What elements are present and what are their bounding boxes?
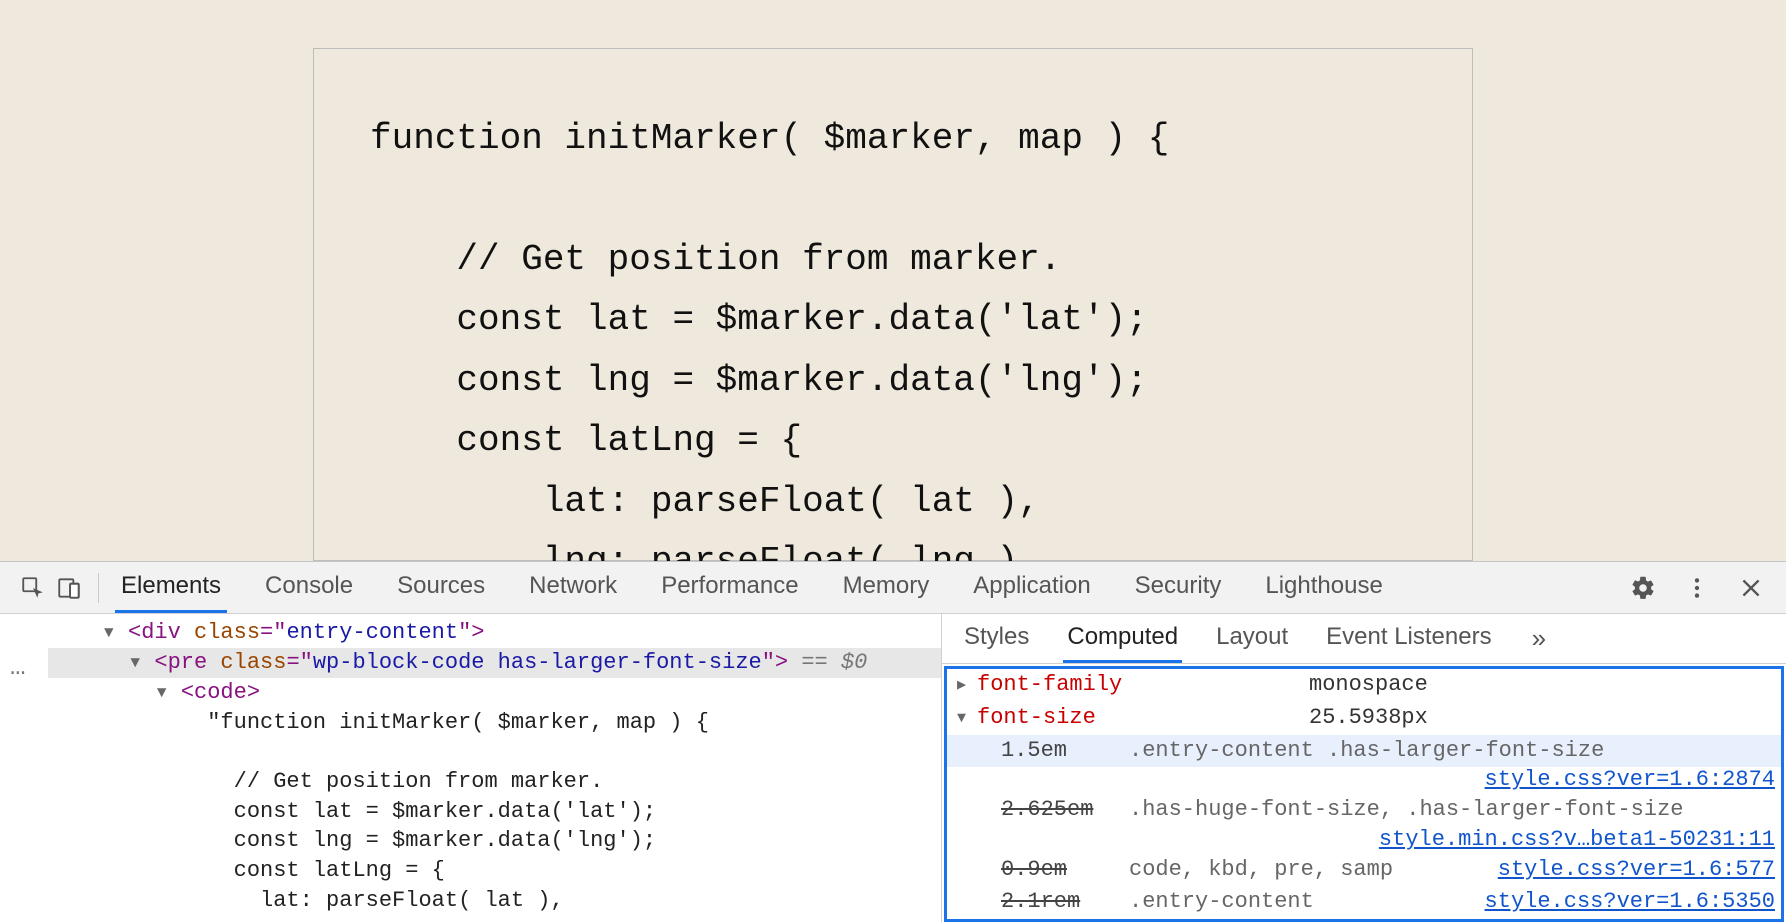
subtab-styles[interactable]: Styles (960, 614, 1033, 663)
close-icon[interactable] (1734, 571, 1768, 605)
devtools-panel: Elements Console Sources Network Performance… (0, 561, 1786, 922)
dom-line[interactable]: const latLng = { (128, 856, 941, 886)
disclosure-triangle-icon[interactable]: ▼ (130, 653, 146, 675)
cascade-selector: code, kbd, pre, samp (1129, 856, 1480, 885)
dom-line[interactable]: ▼<pre class="wp-block-code has-larger-fo… (0, 648, 941, 678)
dom-line[interactable]: "function initMarker( $marker, map ) { (128, 708, 941, 738)
code-block: function initMarker( $marker, map ) { //… (313, 48, 1473, 561)
computed-property[interactable]: ▶font-familymonospace (947, 669, 1781, 702)
cascade-entry[interactable]: 0.9em code, kbd, pre, samp style.css?ver=1… (947, 854, 1781, 887)
ellipsis-icon: … (10, 650, 28, 685)
cascade-value: 2.1rem (1001, 888, 1111, 917)
dom-line[interactable] (128, 737, 941, 767)
dom-line[interactable]: lat: parseFloat( lat ), (128, 886, 941, 916)
dom-line[interactable]: ▼<div class="entry-content"> (128, 618, 941, 648)
dom-line[interactable]: // Get position from marker. (128, 767, 941, 797)
cascade-value: 0.9em (1001, 856, 1111, 885)
computed-styles[interactable]: ▶font-familymonospace▼font-size25.5938px… (944, 666, 1784, 922)
gear-icon[interactable] (1626, 571, 1660, 605)
cascade-value: 1.5em (1001, 737, 1111, 766)
cascade-selector: .entry-content .has-larger-font-size (1129, 737, 1775, 766)
stylesheet-link[interactable]: style.css?ver=1.6:2874 (1485, 767, 1775, 792)
tab-memory[interactable]: Memory (837, 562, 936, 613)
tab-console[interactable]: Console (259, 562, 359, 613)
disclosure-triangle-icon[interactable]: ▼ (104, 623, 120, 645)
tab-application[interactable]: Application (967, 562, 1096, 613)
cascade-selector: .has-huge-font-size, .has-larger-font-si… (1129, 796, 1775, 825)
computed-property[interactable]: ▼font-size25.5938px (947, 702, 1781, 735)
cascade-entry[interactable]: 2.625em .has-huge-font-size, .has-larger-… (947, 794, 1781, 827)
stylesheet-link[interactable]: style.min.css?v…beta1-50231:11 (1379, 827, 1775, 852)
tab-sources[interactable]: Sources (391, 562, 491, 613)
tab-elements[interactable]: Elements (115, 562, 227, 613)
code-text: function initMarker( $marker, map ) { //… (370, 109, 1416, 561)
elements-dom-tree[interactable]: … ▼<div class="entry-content"> ▼<pre cla… (0, 614, 942, 922)
property-value: 25.5938px (957, 704, 1428, 733)
tab-security[interactable]: Security (1129, 562, 1228, 613)
toolbar-right (1626, 571, 1786, 605)
property-value: monospace (957, 671, 1428, 700)
tab-performance[interactable]: Performance (655, 562, 804, 613)
subtab-computed[interactable]: Computed (1063, 614, 1182, 663)
devtools-panels: … ▼<div class="entry-content"> ▼<pre cla… (0, 614, 1786, 922)
dom-line[interactable]: const lng = $marker.data('lng'); (128, 826, 941, 856)
cascade-entry[interactable]: 2.1rem .entry-content style.css?ver=1.6:53… (947, 886, 1781, 919)
dom-line[interactable]: ▼<code> (128, 678, 941, 708)
tab-lighthouse[interactable]: Lighthouse (1259, 562, 1388, 613)
devtools-toolbar: Elements Console Sources Network Performance… (0, 562, 1786, 614)
main-tabs: Elements Console Sources Network Performance… (115, 562, 1624, 613)
subtab-layout[interactable]: Layout (1212, 614, 1292, 663)
dom-gutter: … (0, 614, 48, 922)
stylesheet-link[interactable]: style.css?ver=1.6:577 (1498, 856, 1775, 885)
styles-panel: Styles Computed Layout Event Listeners » ▶fo… (942, 614, 1786, 922)
sub-tabs: Styles Computed Layout Event Listeners » (942, 614, 1786, 664)
toolbar-divider (98, 573, 99, 603)
subtab-event-listeners[interactable]: Event Listeners (1322, 614, 1495, 663)
more-tabs-icon[interactable]: » (1526, 623, 1552, 654)
device-toggle-icon[interactable] (52, 571, 86, 605)
rendered-page: function initMarker( $marker, map ) { //… (0, 0, 1786, 561)
cascade-entry[interactable]: 1.5em .entry-content .has-larger-font-siz… (947, 735, 1781, 768)
tab-network[interactable]: Network (523, 562, 623, 613)
cascade-value: 2.625em (1001, 796, 1111, 825)
cascade-selector: .entry-content (1129, 888, 1467, 917)
dom-line[interactable]: const lat = $marker.data('lat'); (128, 797, 941, 827)
inspect-icon[interactable] (16, 571, 50, 605)
stylesheet-link[interactable]: style.css?ver=1.6:5350 (1485, 888, 1775, 917)
disclosure-triangle-icon[interactable]: ▼ (157, 683, 173, 705)
kebab-icon[interactable] (1680, 571, 1714, 605)
